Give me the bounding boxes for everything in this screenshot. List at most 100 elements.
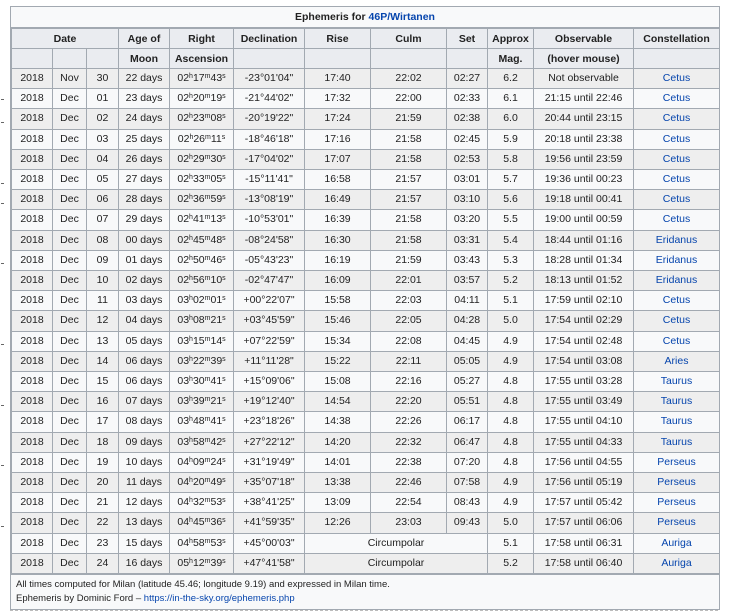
cell-constellation[interactable]: Cetus bbox=[633, 189, 721, 211]
cell-set: 04:11 bbox=[446, 290, 489, 312]
cell-observable: 19:36 until 00:23 bbox=[533, 169, 635, 191]
cell-observable: 20:18 until 23:38 bbox=[533, 128, 635, 150]
cell-constellation[interactable]: Taurus bbox=[633, 431, 721, 453]
cell-moon-age: 04 days bbox=[118, 310, 171, 332]
cell-day: 02 bbox=[85, 108, 120, 130]
cell-magnitude: 5.1 bbox=[487, 290, 535, 312]
cell-declination: -08°24'58" bbox=[233, 229, 306, 251]
comet-link[interactable]: 46P/Wirtanen bbox=[369, 11, 435, 23]
cell-rise: 17:07 bbox=[304, 148, 372, 171]
cell-year: 2018 bbox=[11, 189, 53, 211]
cell-moon-age: 09 days bbox=[118, 431, 171, 453]
cell-set: 09:43 bbox=[446, 512, 489, 534]
cell-observable: 19:18 until 00:41 bbox=[533, 189, 635, 211]
cell-constellation[interactable]: Perseus bbox=[633, 472, 721, 494]
cell-right-ascension: 02h23m08s bbox=[169, 108, 235, 130]
cell-culm: 21:58 bbox=[370, 209, 448, 231]
cell-set: 04:45 bbox=[446, 330, 489, 352]
cell-constellation[interactable]: Cetus bbox=[633, 148, 721, 171]
table-footer: All times computed for Milan (latitude 4… bbox=[11, 574, 719, 610]
cell-constellation[interactable]: Cetus bbox=[633, 169, 721, 191]
cell-rise: 14:20 bbox=[304, 431, 372, 453]
cell-year: 2018 bbox=[11, 431, 53, 453]
cell-rise: 14:54 bbox=[304, 391, 372, 413]
cell-declination: -13°08'19" bbox=[233, 189, 306, 211]
cell-constellation[interactable]: Perseus bbox=[633, 492, 721, 514]
cell-day: 05 bbox=[85, 169, 120, 191]
cell-declination: +35°07'18" bbox=[233, 472, 306, 494]
cell-day: 08 bbox=[85, 229, 120, 251]
cell-declination: -05°43'23" bbox=[233, 249, 306, 272]
cell-right-ascension: 04h09m24s bbox=[169, 451, 235, 474]
ephemeris-link[interactable]: https://in-the-sky.org/ephemeris.php bbox=[144, 593, 295, 604]
cell-set: 06:47 bbox=[446, 431, 489, 453]
cell-constellation[interactable]: Eridanus bbox=[633, 229, 721, 251]
cell-moon-age: 13 days bbox=[118, 512, 171, 534]
cell-constellation[interactable]: Taurus bbox=[633, 411, 721, 433]
cell-moon-age: 07 days bbox=[118, 391, 171, 413]
cell-constellation[interactable]: Auriga bbox=[633, 552, 721, 575]
cell-day: 12 bbox=[85, 310, 120, 332]
cell-culm: 22:32 bbox=[370, 431, 448, 453]
cell-constellation[interactable]: Auriga bbox=[633, 532, 721, 554]
cell-month: Dec bbox=[52, 209, 87, 231]
table-row: 2018 Dec 09 01 days 02h50m46s -05°43'23" 16:19… bbox=[11, 249, 721, 272]
cell-constellation[interactable]: Aries bbox=[633, 350, 721, 373]
cell-magnitude: 6.1 bbox=[487, 88, 535, 110]
cell-set: 02:27 bbox=[446, 67, 489, 90]
cell-year: 2018 bbox=[11, 411, 53, 433]
table-row: 2018 Dec 21 12 days 04h32m53s +38°41'25" 13:09… bbox=[11, 492, 721, 514]
cell-right-ascension: 04h45m36s bbox=[169, 512, 235, 534]
cell-constellation[interactable]: Cetus bbox=[633, 128, 721, 150]
cell-constellation[interactable]: Cetus bbox=[633, 310, 721, 332]
cell-constellation[interactable]: Cetus bbox=[633, 67, 721, 90]
cell-declination: +31°19'49" bbox=[233, 451, 306, 474]
cell-rise: 16:49 bbox=[304, 189, 372, 211]
cell-declination: -10°53'01" bbox=[233, 209, 306, 231]
cell-month: Dec bbox=[52, 270, 87, 292]
cell-set: 05:51 bbox=[446, 391, 489, 413]
cell-right-ascension: 02h33m05s bbox=[169, 169, 235, 191]
cell-rise: 12:26 bbox=[304, 512, 372, 534]
cell-month: Dec bbox=[52, 512, 87, 534]
cell-culm: 23:03 bbox=[370, 512, 448, 534]
cell-circumpolar: Circumpolar bbox=[304, 552, 489, 575]
cell-constellation[interactable]: Cetus bbox=[633, 290, 721, 312]
cell-magnitude: 5.9 bbox=[487, 128, 535, 150]
cell-constellation[interactable]: Eridanus bbox=[633, 270, 721, 292]
cell-month: Dec bbox=[52, 330, 87, 352]
header-moon: Moon bbox=[118, 48, 171, 69]
table-row: 2018 Dec 10 02 days 02h56m10s -02°47'47" 16:09… bbox=[11, 270, 721, 292]
cell-constellation[interactable]: Cetus bbox=[633, 88, 721, 110]
header-set: Set bbox=[446, 28, 489, 49]
header-constellation-sub bbox=[633, 48, 721, 69]
header-observable: Observable bbox=[533, 28, 635, 49]
cell-right-ascension: 02h20m19s bbox=[169, 88, 235, 110]
cell-right-ascension: 04h32m53s bbox=[169, 492, 235, 514]
cell-constellation[interactable]: Cetus bbox=[633, 209, 721, 231]
cell-constellation[interactable]: Eridanus bbox=[633, 249, 721, 272]
table-row: 2018 Dec 20 11 days 04h20m49s +35°07'18" 13:38… bbox=[11, 472, 721, 494]
cell-rise: 17:16 bbox=[304, 128, 372, 150]
cell-day: 04 bbox=[85, 148, 120, 171]
table-row: 2018 Dec 08 00 days 02h45m48s -08°24'58" 16:30… bbox=[11, 229, 721, 251]
cell-day: 13 bbox=[85, 330, 120, 352]
header-hover-mouse: (hover mouse) bbox=[533, 48, 635, 69]
cell-month: Nov bbox=[52, 67, 87, 90]
cell-observable: 17:54 until 02:48 bbox=[533, 330, 635, 352]
cell-constellation[interactable]: Perseus bbox=[633, 512, 721, 534]
cell-rise: 15:08 bbox=[304, 371, 372, 393]
cell-constellation[interactable]: Cetus bbox=[633, 330, 721, 352]
cell-rise: 13:38 bbox=[304, 472, 372, 494]
cell-day: 15 bbox=[85, 371, 120, 393]
cell-constellation[interactable]: Taurus bbox=[633, 371, 721, 393]
cell-month: Dec bbox=[52, 411, 87, 433]
cell-culm: 22:03 bbox=[370, 290, 448, 312]
cell-rise: 16:58 bbox=[304, 169, 372, 191]
cell-constellation[interactable]: Perseus bbox=[633, 451, 721, 474]
cell-right-ascension: 03h48m41s bbox=[169, 411, 235, 433]
cell-constellation[interactable]: Taurus bbox=[633, 391, 721, 413]
cell-declination: +00°22'07" bbox=[233, 290, 306, 312]
cell-constellation[interactable]: Cetus bbox=[633, 108, 721, 130]
header-ascension: Ascension bbox=[169, 48, 235, 69]
